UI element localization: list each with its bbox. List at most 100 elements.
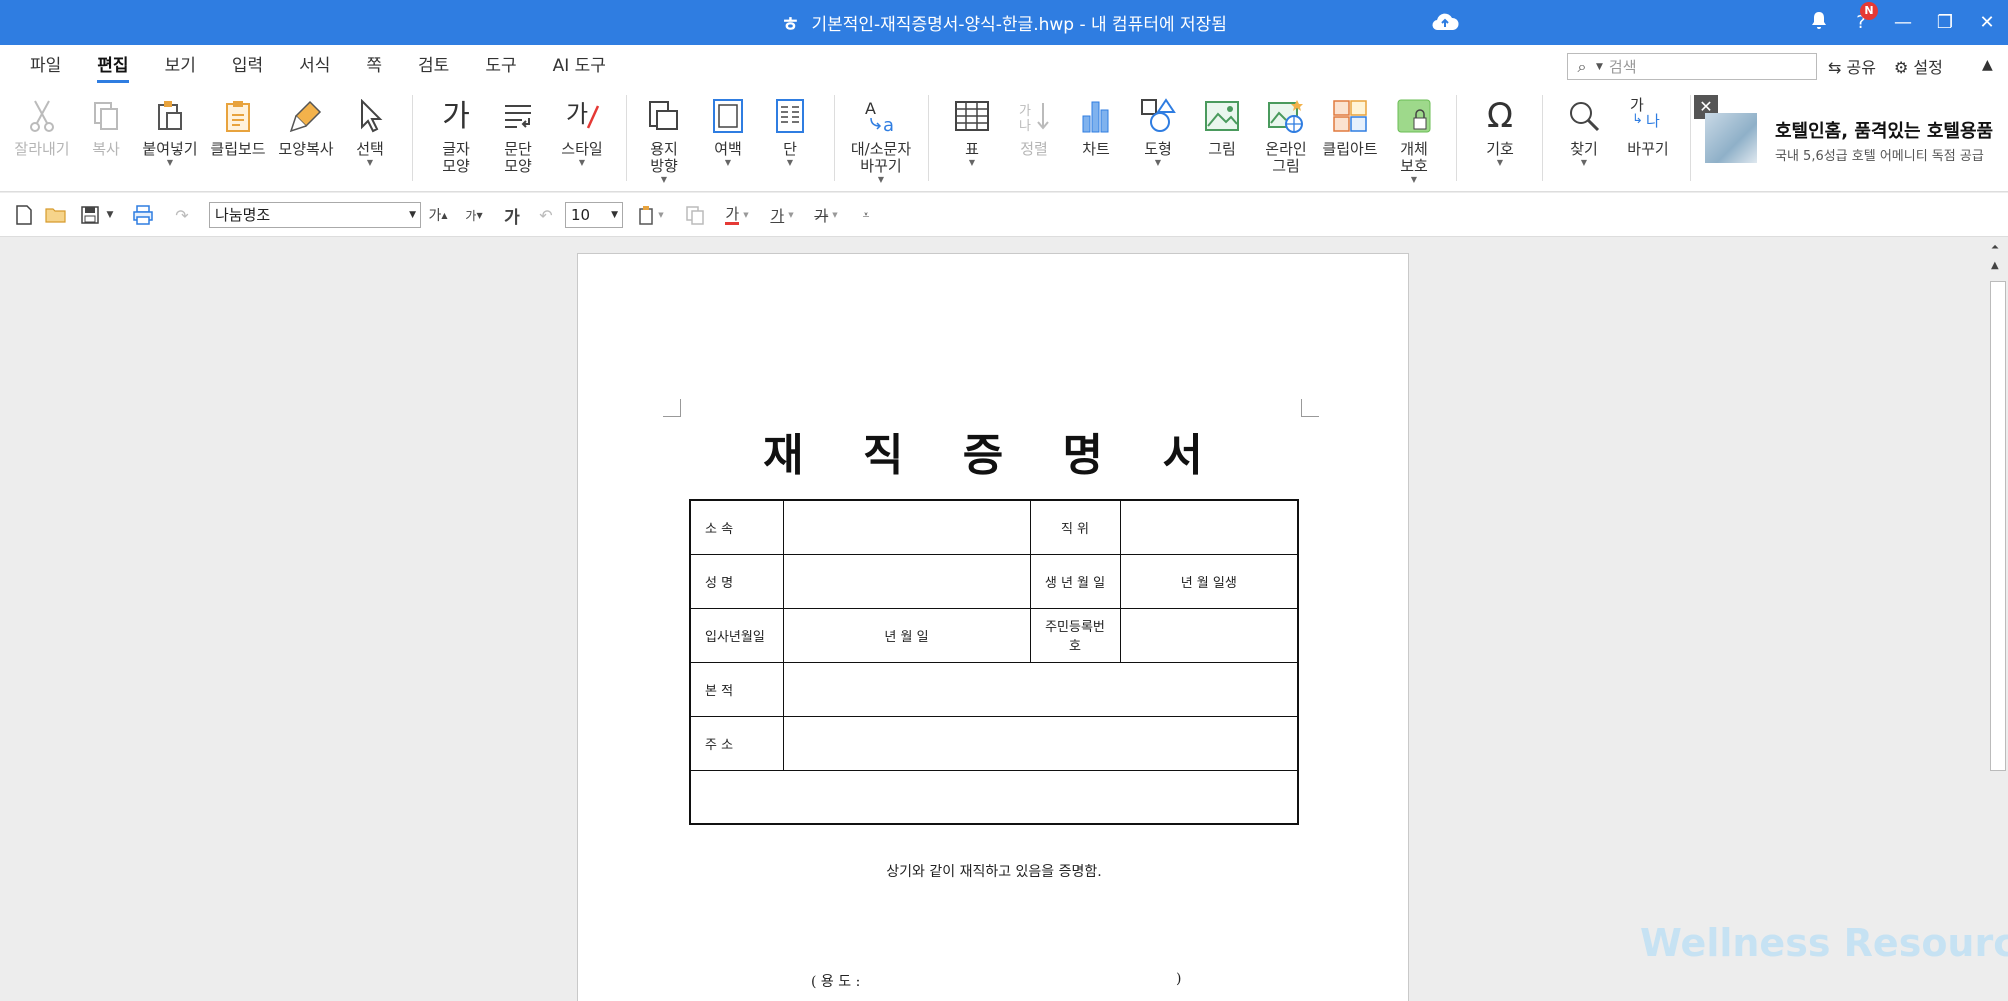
clipboard-button[interactable]: 클립보드	[206, 95, 270, 158]
chevron-down-icon[interactable]: ▼	[104, 203, 116, 227]
columns-button[interactable]: 단 ▼	[758, 95, 822, 168]
change-case-button[interactable]: Aa 대/소문자 바꾸기 ▼	[840, 95, 922, 185]
close-button[interactable]: ✕	[1966, 12, 2008, 33]
birthdate-value-cell[interactable]: 년 월 일생	[1119, 553, 1299, 609]
orientation-button[interactable]: 용지 방향 ▼	[632, 95, 696, 185]
hire-date-value-cell[interactable]: 년 월 일	[782, 607, 1031, 663]
symbol-button[interactable]: Ω 기호 ▼	[1468, 95, 1532, 168]
style-button[interactable]: 가 스타일 ▼	[550, 95, 614, 168]
sort-button[interactable]: 가나 정렬	[1002, 95, 1066, 158]
scroll-up-icon[interactable]: ▲	[1991, 260, 1999, 271]
table-label-cell[interactable]: 본 적	[689, 661, 784, 717]
print-icon[interactable]	[130, 203, 156, 227]
table-label-cell[interactable]: 주민등록번호	[1029, 607, 1121, 663]
bold-button[interactable]: 가	[500, 203, 524, 228]
open-folder-icon[interactable]	[44, 203, 68, 227]
object-protect-button[interactable]: 개체 보호 ▼	[1382, 95, 1446, 185]
picture-icon	[1190, 95, 1254, 137]
table-value-cell[interactable]	[782, 661, 1299, 717]
symbol-label: 기호	[1486, 140, 1514, 158]
table-value-cell[interactable]	[782, 715, 1299, 771]
tab-review[interactable]: 검토	[400, 45, 467, 87]
maximize-button[interactable]: ❐	[1924, 12, 1966, 33]
font-name-select[interactable]: 나눔명조 ▼	[209, 202, 421, 228]
table-value-cell[interactable]	[1119, 499, 1299, 555]
vertical-scrollbar[interactable]: ⏶ ▲	[1988, 238, 2008, 1001]
object-protect-label-2: 보호	[1400, 157, 1428, 175]
format-painter-button[interactable]: 모양복사	[274, 95, 338, 158]
statement-cell[interactable]: 상기와 같이 재직하고 있음을 증명함. ( 용 도 : )	[689, 769, 1299, 990]
change-case-label-2: 바꾸기	[860, 157, 902, 175]
purpose-open: ( 용 도 :	[811, 973, 861, 990]
tab-edit[interactable]: 편집	[79, 45, 146, 87]
notification-bell-icon[interactable]	[1798, 10, 1840, 35]
settings-button[interactable]: ⚙ 설정	[1894, 54, 1943, 78]
table-label-cell[interactable]: 입사년월일	[689, 607, 784, 663]
save-icon[interactable]	[78, 203, 102, 227]
para-shape-label-2: 모양	[504, 157, 532, 175]
strikethrough-button[interactable]: 가 ▼	[806, 203, 846, 227]
scissors-icon	[10, 95, 74, 137]
table-value-cell[interactable]	[1119, 607, 1299, 663]
table-label-cell[interactable]: 생 년 월 일	[1029, 553, 1121, 609]
certificate-table: 소 속 직 위 성 명 생 년 월 일 년 월 일생 입사년월일 년 월 일 주…	[689, 499, 1299, 990]
ribbon-divider	[928, 95, 929, 181]
select-button[interactable]: 선택 ▼	[338, 95, 402, 168]
paste-small-icon[interactable]: ▼	[636, 203, 666, 227]
new-document-icon[interactable]	[12, 203, 36, 227]
table-label-cell[interactable]: 직 위	[1029, 499, 1121, 555]
underline-button[interactable]: 가 ▼	[762, 203, 802, 227]
char-shape-button[interactable]: 가 글자 모양	[424, 95, 488, 175]
table-label-cell[interactable]: 주 소	[689, 715, 784, 771]
tab-tools[interactable]: 도구	[467, 45, 534, 87]
tab-insert[interactable]: 입력	[214, 45, 281, 87]
minimize-button[interactable]: —	[1882, 12, 1924, 33]
tab-format[interactable]: 서식	[281, 45, 348, 87]
help-icon[interactable]: ? N	[1840, 2, 1882, 33]
clipart-button[interactable]: 클립아트	[1318, 95, 1382, 158]
tab-file[interactable]: 파일	[12, 45, 79, 87]
toolbar-more-icon[interactable]: ⩡	[856, 203, 876, 227]
para-shape-button[interactable]: 문단 모양	[486, 95, 550, 175]
find-button[interactable]: 찾기 ▼	[1552, 95, 1616, 168]
tab-page[interactable]: 쪽	[348, 45, 400, 87]
tab-view[interactable]: 보기	[147, 45, 214, 87]
shape-button[interactable]: 도형 ▼	[1126, 95, 1190, 168]
font-color-button[interactable]: 가 ▼	[718, 203, 756, 227]
cloud-upload-icon[interactable]	[1430, 10, 1460, 34]
ribbon-collapse-icon[interactable]: ▲	[1982, 57, 1993, 73]
chevron-down-icon[interactable]: ▼	[1596, 62, 1603, 72]
online-picture-button[interactable]: 온라인 그림	[1254, 95, 1318, 175]
ad-banner[interactable]: ✕ 호텔인홈, 품격있는 호텔용품 국내 5,6성급 호텔 어메니티 독점 공급	[1694, 95, 2008, 177]
replace-button[interactable]: 가 ↳ 나 바꾸기	[1616, 95, 1680, 158]
table-label-cell[interactable]: 성 명	[689, 553, 784, 609]
certification-statement: 상기와 같이 재직하고 있음을 증명함.	[886, 863, 1102, 880]
paste-button[interactable]: 붙여넣기 ▼	[138, 95, 202, 168]
tab-ai-tools[interactable]: AI 도구	[535, 45, 624, 87]
chart-button[interactable]: 차트	[1064, 95, 1128, 158]
shrink-font-button[interactable]: 가 ▼	[462, 203, 486, 227]
cut-button[interactable]: 잘라내기	[10, 95, 74, 158]
margin-button[interactable]: 여백 ▼	[696, 95, 760, 168]
grow-font-button[interactable]: 가 ▲	[426, 203, 450, 227]
replace-arrow-icon: ↳	[1632, 112, 1643, 127]
undo-icon[interactable]: ↶	[534, 203, 558, 227]
redo-icon[interactable]: ↷	[170, 203, 194, 227]
picture-button[interactable]: 그림	[1190, 95, 1254, 158]
char-glyph: 가	[442, 98, 470, 134]
document-page[interactable]: 재 직 증 명 서 소 속 직 위 성 명 생 년 월 일 년 월 일생 입사년…	[577, 253, 1409, 1001]
font-size-select[interactable]: 10 ▼	[565, 202, 623, 228]
scroll-top-icon[interactable]: ⏶	[1991, 242, 1999, 253]
table-label-cell[interactable]: 소 속	[689, 499, 784, 555]
search-box[interactable]: ⌕ ▼ 검색	[1567, 53, 1817, 80]
share-button[interactable]: ⇆ 공유	[1828, 54, 1876, 78]
picture-label: 그림	[1208, 140, 1236, 158]
table-button[interactable]: 표 ▼	[940, 95, 1004, 168]
online-picture-icon	[1254, 95, 1318, 137]
scrollbar-thumb[interactable]	[1990, 281, 2006, 771]
table-value-cell[interactable]	[782, 553, 1031, 609]
copy-button[interactable]: 복사	[74, 95, 138, 158]
copy-small-icon[interactable]	[680, 203, 710, 227]
chevron-down-icon: ▼	[1410, 175, 1418, 184]
table-value-cell[interactable]	[782, 499, 1031, 555]
